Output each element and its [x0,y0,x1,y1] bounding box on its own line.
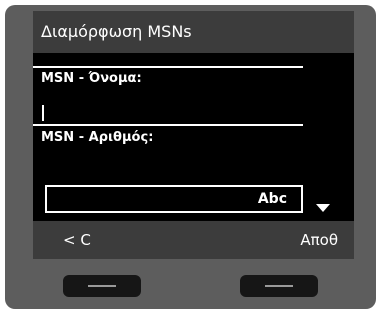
divider [33,66,303,68]
phone-device: Διαμόρφωση MSNs MSN - Όνομα: MSN - Αριθμ… [5,5,376,309]
softkey-left-label[interactable]: < C [63,221,91,259]
softkey-bar: < C Αποθ [33,221,354,259]
text-cursor [42,105,44,121]
right-softkey-button[interactable] [240,275,318,297]
left-softkey-button[interactable] [63,275,141,297]
display-screen: Διαμόρφωση MSNs MSN - Όνομα: MSN - Αριθμ… [33,11,354,221]
divider [33,124,303,126]
dash-icon [88,285,116,287]
dash-icon [265,285,293,287]
screen-title: Διαμόρφωση MSNs [33,11,354,53]
down-arrow-icon [316,204,330,212]
input-mode-indicator: Abc [257,191,287,207]
number-input-field[interactable]: Abc [45,185,303,213]
softkey-right-label[interactable]: Αποθ [300,221,338,259]
field-label-number: MSN - Αριθμός: [41,130,154,145]
field-label-name: MSN - Όνομα: [41,71,142,86]
